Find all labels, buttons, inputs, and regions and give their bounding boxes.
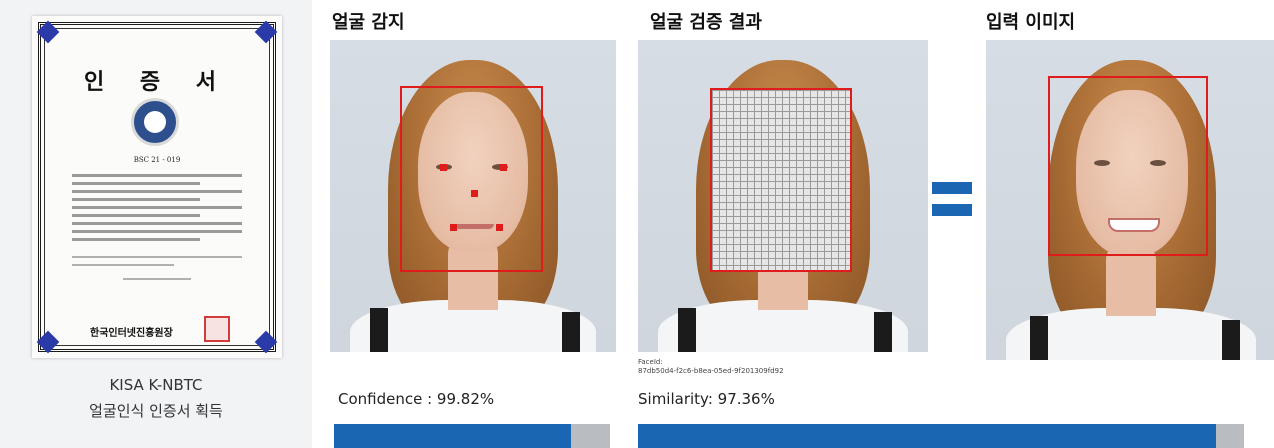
face-verification-photo (638, 40, 928, 352)
face-id-text: FaceId: 87db50d4-f2c6-b8ea-05ed-9f201309… (638, 358, 784, 376)
similarity-bar-fill (638, 424, 1217, 448)
landmark-nose (471, 190, 478, 197)
input-image-title: 입력 이미지 (986, 12, 1076, 33)
similarity-bar (638, 424, 1244, 448)
face-mesh-overlay (710, 88, 852, 272)
input-image-photo (986, 40, 1274, 360)
confidence-bar (334, 424, 610, 448)
equals-icon-bottom (932, 204, 972, 216)
face-bounding-box (400, 86, 543, 272)
certificate-title: 인 증 서 (83, 69, 231, 95)
certificate-card: 인 증 서 BSC 21 - 019 한국인터넷진흥원장 KISA K-NBTC… (0, 0, 312, 448)
similarity-label: Similarity: 97.36% (638, 390, 775, 408)
certificate-image: 인 증 서 BSC 21 - 019 한국인터넷진흥원장 (32, 16, 282, 358)
face-id-label: FaceId: (638, 358, 663, 366)
confidence-bar-fill (334, 424, 571, 448)
face-detection-photo (330, 40, 616, 352)
landmark-right-eye (500, 164, 507, 171)
landmark-mouth-right (496, 224, 503, 231)
face-id-value: 87db50d4-f2c6-b8ea-05ed-9f201309fd92 (638, 367, 784, 375)
certificate-seal-icon (131, 98, 179, 146)
landmark-left-eye (440, 164, 447, 171)
face-verification-title: 얼굴 검증 결과 (650, 12, 762, 33)
certificate-caption-line2: 얼굴인식 인증서 획득 (89, 402, 223, 420)
landmark-mouth-left (450, 224, 457, 231)
certificate-caption-line1: KISA K-NBTC (109, 376, 203, 394)
certificate-body-text (72, 256, 242, 286)
equals-icon-top (932, 182, 972, 194)
official-stamp-icon (204, 316, 230, 342)
certificate-number: BSC 21 - 019 (133, 156, 181, 164)
input-face-box (1048, 76, 1208, 256)
confidence-label: Confidence : 99.82% (338, 390, 495, 408)
face-detection-title: 얼굴 감지 (332, 12, 405, 33)
certificate-details (72, 174, 242, 246)
certificate-issuer: 한국인터넷진흥원장 (90, 328, 173, 339)
